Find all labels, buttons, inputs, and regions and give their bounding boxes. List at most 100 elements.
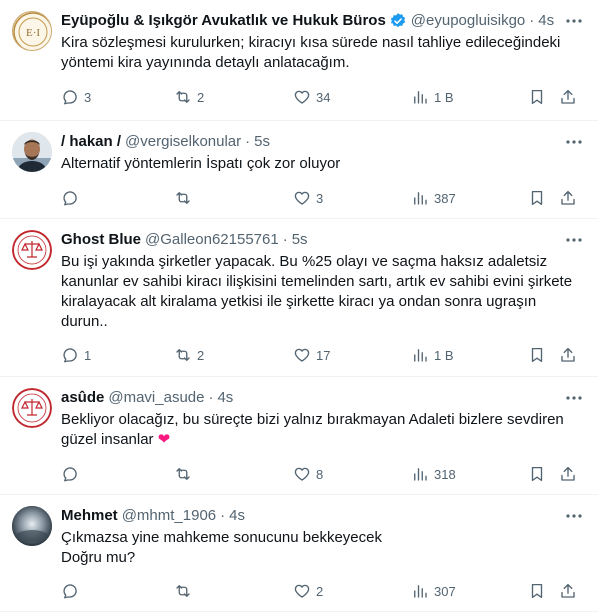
red-heart-emoji: ❤ xyxy=(157,431,171,448)
heart-icon xyxy=(294,467,310,481)
timestamp[interactable]: 4s xyxy=(217,388,233,408)
tweet-text: Alternatif yöntemlerin İspatı çok zor ol… xyxy=(61,155,341,172)
author-name[interactable]: asûde xyxy=(61,388,104,408)
tweet[interactable]: E·I Eyüpoğlu & Işıkgör Avukatlık ve Huku… xyxy=(0,0,598,121)
like-count: 3 xyxy=(316,190,324,206)
views-button[interactable]: 318 xyxy=(411,464,456,484)
timestamp[interactable]: 4s xyxy=(538,11,554,31)
author-name[interactable]: Mehmet xyxy=(61,506,118,526)
retweet-icon xyxy=(176,468,190,480)
bookmark-button[interactable] xyxy=(528,345,546,365)
more-options-icon[interactable] xyxy=(564,388,584,408)
like-button[interactable]: 2 xyxy=(293,581,323,601)
author-handle[interactable]: @Galleon62155761 xyxy=(145,230,279,250)
reply-count: 3 xyxy=(84,89,92,105)
reply-button[interactable] xyxy=(61,188,84,208)
reply-icon xyxy=(63,348,77,363)
avatar[interactable] xyxy=(12,388,52,428)
reply-icon xyxy=(63,467,77,482)
separator-dot: · xyxy=(245,133,251,150)
like-button[interactable]: 34 xyxy=(293,87,330,107)
bookmark-button[interactable] xyxy=(528,464,546,484)
retweet-count: 2 xyxy=(197,347,205,363)
reply-button[interactable] xyxy=(61,464,84,484)
like-count: 2 xyxy=(316,583,324,599)
tweet[interactable]: Ghost Blue @Galleon62155761 · 5s Bu işi … xyxy=(0,219,598,377)
more-options-icon[interactable] xyxy=(564,11,584,31)
share-icon xyxy=(561,583,575,598)
justice-scale-badge-icon xyxy=(12,230,52,270)
reply-icon xyxy=(63,584,77,599)
author-name[interactable]: / hakan / xyxy=(61,132,121,152)
views-button[interactable]: 307 xyxy=(411,581,456,601)
like-button[interactable]: 8 xyxy=(293,464,323,484)
heart-icon xyxy=(294,584,310,598)
bookmark-button[interactable] xyxy=(528,188,546,208)
views-button[interactable]: 1 B xyxy=(411,87,454,107)
share-button[interactable] xyxy=(559,581,577,601)
bookmark-icon xyxy=(531,347,543,363)
tweet-text: Çıkmazsa yine mahkeme sonucunu bekkeyece… xyxy=(61,529,382,566)
share-icon xyxy=(561,190,575,205)
tweet[interactable]: asûde @mavi_asude · 4s Bekliyor olacağız… xyxy=(0,377,598,495)
law-firm-logo-icon: E·I xyxy=(13,12,51,50)
views-bar-chart-icon xyxy=(414,468,427,481)
retweet-button[interactable] xyxy=(174,188,197,208)
timestamp[interactable]: 5s xyxy=(292,230,308,250)
like-button[interactable]: 3 xyxy=(293,188,323,208)
tweet-text-body: Bekliyor olacağız, bu süreçte bizi yalnı… xyxy=(61,411,564,448)
tweet[interactable]: / hakan / @vergiselkonular · 5s Alternat… xyxy=(0,121,598,219)
tweet[interactable]: Mehmet @mhmt_1906 · 4s Çıkmazsa yine mah… xyxy=(0,495,598,612)
like-count: 34 xyxy=(316,89,331,105)
retweet-icon xyxy=(176,91,190,103)
tweet-text: Kira sözleşmesi kurulurken; kiracıyı kıs… xyxy=(61,34,561,71)
avatar[interactable] xyxy=(12,230,52,270)
retweet-button[interactable]: 2 xyxy=(174,345,204,365)
more-options-icon[interactable] xyxy=(564,132,584,152)
share-icon xyxy=(561,89,575,104)
bookmark-button[interactable] xyxy=(528,87,546,107)
views-button[interactable]: 387 xyxy=(411,188,456,208)
author-handle[interactable]: @mavi_asude xyxy=(108,388,204,408)
tweet-actions: 2 307 xyxy=(61,581,584,601)
views-count: 1 B xyxy=(434,89,454,105)
author-name[interactable]: Ghost Blue xyxy=(61,230,141,250)
heart-icon xyxy=(294,191,310,205)
retweet-button[interactable]: 2 xyxy=(174,87,204,107)
retweet-button[interactable] xyxy=(174,581,197,601)
author-handle[interactable]: @vergiselkonular xyxy=(125,132,241,152)
tweet-text: Bu işi yakında şirketler yapacak. Bu %25… xyxy=(61,253,573,330)
avatar[interactable] xyxy=(12,132,52,172)
like-button[interactable]: 17 xyxy=(293,345,330,365)
bookmark-icon xyxy=(531,466,543,482)
share-icon xyxy=(561,466,575,481)
reply-button[interactable]: 1 xyxy=(61,345,91,365)
justice-scale-badge-icon xyxy=(12,388,52,428)
retweet-button[interactable] xyxy=(174,464,197,484)
author-handle[interactable]: @eyupogluisikgo xyxy=(411,11,525,31)
share-button[interactable] xyxy=(559,87,577,107)
bookmark-button[interactable] xyxy=(528,581,546,601)
user-photo-icon xyxy=(12,132,52,172)
views-count: 1 B xyxy=(434,347,454,363)
avatar[interactable]: E·I xyxy=(12,11,52,51)
timestamp[interactable]: 4s xyxy=(229,506,245,526)
avatar[interactable] xyxy=(12,506,52,546)
views-bar-chart-icon xyxy=(414,91,427,104)
share-button[interactable] xyxy=(559,464,577,484)
reply-button[interactable] xyxy=(61,581,84,601)
author-name[interactable]: Eyüpoğlu & Işıkgör Avukatlık ve Hukuk Bü… xyxy=(61,11,386,31)
tweet-actions: 3 2 34 1 B xyxy=(61,87,584,107)
bookmark-icon xyxy=(531,190,543,206)
more-options-icon[interactable] xyxy=(564,230,584,250)
user-photo-icon xyxy=(12,506,52,546)
heart-icon xyxy=(294,348,310,362)
share-button[interactable] xyxy=(559,345,577,365)
more-options-icon[interactable] xyxy=(564,506,584,526)
reply-button[interactable]: 3 xyxy=(61,87,91,107)
views-button[interactable]: 1 B xyxy=(411,345,454,365)
timestamp[interactable]: 5s xyxy=(254,132,270,152)
share-button[interactable] xyxy=(559,188,577,208)
svg-text:E·I: E·I xyxy=(26,27,40,39)
author-handle[interactable]: @mhmt_1906 xyxy=(122,506,216,526)
